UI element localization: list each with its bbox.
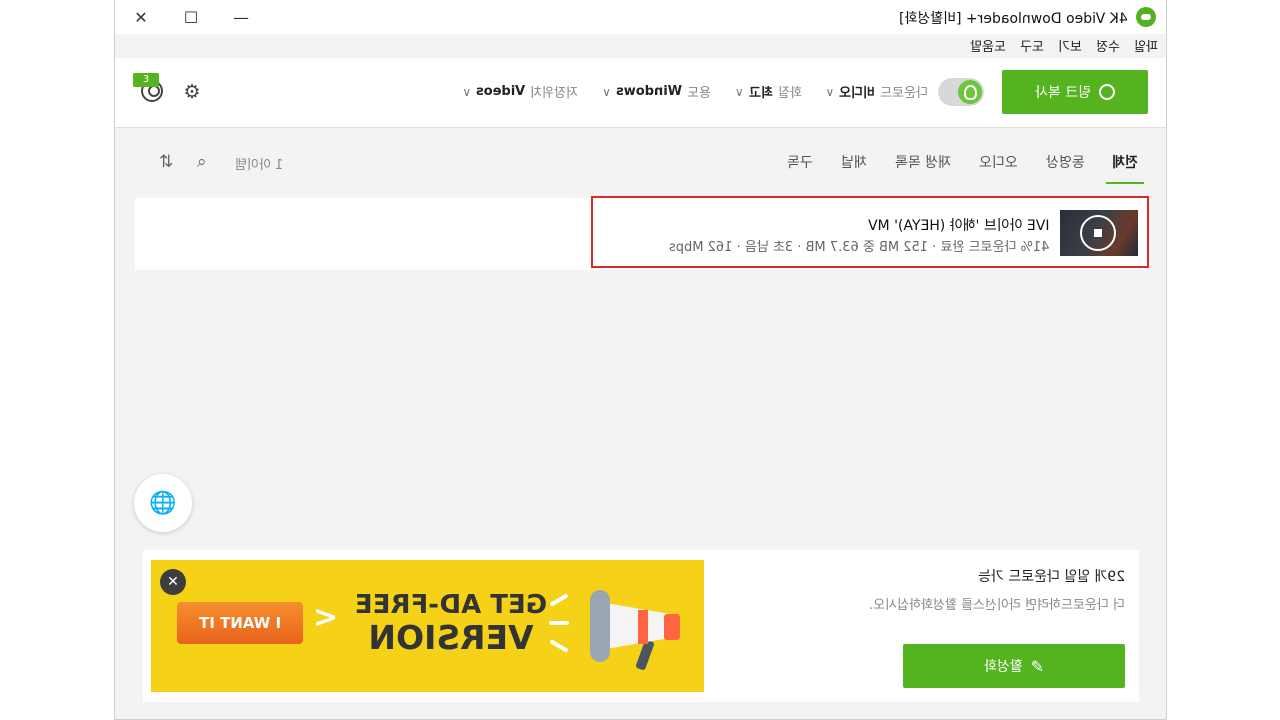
menu-help[interactable]: 도움말: [970, 36, 1006, 56]
menu-file[interactable]: 파일: [1134, 36, 1158, 56]
stop-download-button[interactable]: [1080, 215, 1116, 251]
maximize-window-button[interactable]: ☐: [175, 4, 207, 30]
category-tabs: 전체 동영상 오디오 재생 목록 채널 구독: [787, 152, 1144, 184]
gear-icon[interactable]: ⚙: [181, 81, 203, 103]
tab-audio[interactable]: 오디오: [979, 152, 1018, 184]
tab-all[interactable]: 전체: [1106, 152, 1144, 184]
close-ad-button[interactable]: ✕: [160, 569, 186, 595]
menu-edit[interactable]: 수정: [1096, 36, 1120, 56]
download-status: 41% 다운로드 완료 · 152 MB 중 63.7 MB · 3초 남음 ·…: [668, 240, 1049, 255]
account-badge: 3: [133, 73, 159, 87]
app-window: ✕ ☐ — 4K Video Downloader+ [비활성화] 파일 수정 …: [114, 0, 1167, 720]
video-thumbnail: [1060, 210, 1138, 256]
minimize-window-button[interactable]: —: [225, 4, 257, 30]
ad-rays-decoration: [549, 593, 571, 654]
ad-banner[interactable]: ✕ I WANT IT > GET AD-FREE VERSION: [151, 560, 704, 692]
smart-mode-toggle[interactable]: [938, 78, 984, 106]
app-logo-icon: [1136, 7, 1156, 27]
chevron-down-icon: ∨: [462, 84, 472, 99]
activate-button[interactable]: 활성화 ✎: [903, 644, 1125, 688]
title-bar: ✕ ☐ — 4K Video Downloader+ [비활성화]: [115, 0, 1166, 34]
chevron-down-icon: ∨: [734, 84, 744, 99]
paste-link-button[interactable]: 링크 복사: [1002, 70, 1148, 114]
ad-headline: GET AD-FREE VERSION: [354, 590, 548, 657]
megaphone-icon: [576, 584, 694, 676]
window-title: 4K Video Downloader+ [비활성화]: [899, 11, 1128, 27]
tab-subscriptions[interactable]: 구독: [787, 152, 813, 184]
platform-dropdown[interactable]: 용도 Windows ∨: [602, 82, 711, 101]
search-icon[interactable]: ⌕: [197, 152, 207, 172]
promo-panel: ✕ I WANT IT > GET AD-FREE VERSION 29개 일일…: [143, 550, 1139, 702]
chevron-down-icon: ∨: [825, 84, 835, 99]
i-want-it-button[interactable]: I WANT IT: [177, 602, 303, 644]
items-count: 1 아이템: [235, 158, 284, 173]
globe-icon[interactable]: 🌐: [134, 474, 192, 532]
download-options: 다운로드 비디오 ∨ 화질 최고 ∨ 용도 Windows ∨ 저장위치 Vid…: [462, 82, 928, 101]
paste-link-label: 링크 복사: [1035, 85, 1091, 101]
download-title: IVE 아이브 '해야 (HEYA)' MV: [867, 218, 1049, 234]
menu-tools[interactable]: 도구: [1020, 36, 1044, 56]
quality-dropdown[interactable]: 화질 최고 ∨: [734, 82, 802, 102]
chevron-down-icon: ∨: [602, 84, 611, 99]
link-plus-icon: [1098, 84, 1115, 100]
lightbulb-icon: [958, 80, 982, 104]
arrow-icon: >: [313, 600, 339, 635]
license-description: 더 다운로드하려면 라이선스를 활성화하십시오.: [869, 598, 1125, 613]
sort-icon[interactable]: ⇅: [159, 152, 173, 172]
key-icon: ✎: [1030, 656, 1045, 676]
save-location-dropdown[interactable]: 저장위치 Videos ∨: [462, 82, 578, 101]
tab-channel[interactable]: 채널: [841, 152, 867, 184]
toolbar: 링크 복사 다운로드 비디오 ∨ 화질 최고 ∨ 용도 Windows ∨ 저장…: [115, 58, 1166, 128]
menu-bar: 파일 수정 보기 도구 도움말: [970, 36, 1158, 56]
tab-video[interactable]: 동영상: [1046, 152, 1085, 184]
tab-playlist[interactable]: 재생 목록: [895, 152, 951, 184]
close-window-button[interactable]: ✕: [125, 4, 157, 30]
download-type-dropdown[interactable]: 다운로드 비디오 ∨: [825, 82, 928, 102]
menu-view[interactable]: 보기: [1058, 36, 1082, 56]
tabs-row: 전체 동영상 오디오 재생 목록 채널 구독 1 아이템 ⌕ ⇅: [115, 140, 1166, 186]
daily-downloads-title: 29개 일일 다운로드 가능: [977, 569, 1125, 585]
download-list-item[interactable]: IVE 아이브 '해야 (HEYA)' MV 41% 다운로드 완료 · 152…: [135, 196, 1149, 270]
